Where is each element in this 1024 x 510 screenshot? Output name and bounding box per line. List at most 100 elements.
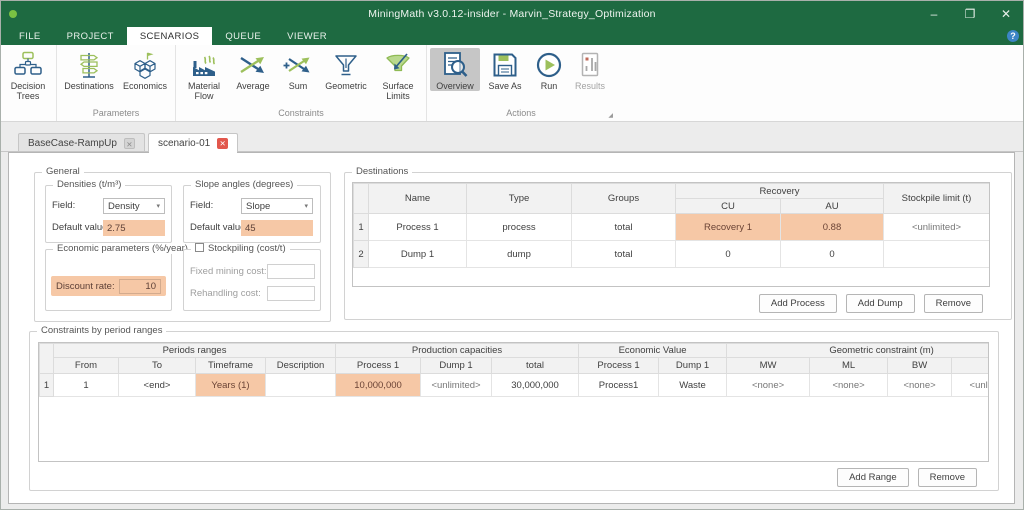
rehandling-cost-input[interactable] — [267, 286, 315, 301]
row-number[interactable]: 2 — [354, 241, 369, 268]
tab-basecase-rampup[interactable]: BaseCase-RampUp ✕ — [18, 133, 145, 152]
cell-type[interactable]: dump — [467, 241, 572, 268]
add-range-button[interactable]: Add Range — [837, 468, 909, 487]
run-button[interactable]: Run — [530, 48, 568, 91]
densities-field-label: Field: — [52, 200, 75, 211]
stockpiling-groupbox: Stockpiling (cost/t) Fixed mining cost: … — [183, 249, 321, 311]
slope-field-dropdown[interactable]: Slope ▾ — [241, 198, 313, 214]
cell-groups[interactable]: total — [572, 214, 676, 241]
cell-recovery-cu[interactable]: 0 — [676, 241, 781, 268]
geometric-button[interactable]: Geometric — [319, 48, 373, 91]
cell-prod-total[interactable]: 30,000,000 — [492, 374, 579, 397]
save-as-button[interactable]: Save As — [480, 48, 530, 91]
material-flow-button[interactable]: Material Flow — [179, 48, 229, 102]
cell-to[interactable]: <end> — [119, 374, 196, 397]
results-button[interactable]: Results — [568, 48, 612, 91]
col-au: AU — [781, 199, 884, 214]
economics-icon — [129, 50, 161, 80]
discount-rate-field[interactable]: Discount rate: 10 — [51, 276, 166, 296]
menu-scenarios[interactable]: SCENARIOS — [127, 27, 213, 45]
overview-button[interactable]: Overview — [430, 48, 480, 91]
menu-project[interactable]: PROJECT — [54, 27, 127, 45]
chevron-down-icon: ▾ — [304, 202, 308, 210]
densities-default-input[interactable]: 2.75 — [103, 220, 165, 236]
geometric-icon — [330, 50, 362, 80]
cell-recovery-au[interactable]: 0.88 — [781, 214, 884, 241]
tab-close-icon[interactable]: ✕ — [124, 138, 135, 149]
scenario-panel: General Densities (t/m³) Field: Density … — [8, 152, 1015, 504]
row-number[interactable]: 1 — [354, 214, 369, 241]
cell-extra[interactable]: <unlimited> — [952, 374, 989, 397]
col-timeframe: Timeframe — [196, 358, 266, 374]
constraints-table: Periods ranges Production capacities Eco… — [39, 343, 989, 397]
minimize-icon[interactable]: – — [916, 0, 952, 27]
average-button[interactable]: Average — [229, 48, 277, 91]
remove-range-button[interactable]: Remove — [918, 468, 977, 487]
cell-recovery-au[interactable]: 0 — [781, 241, 884, 268]
group-launcher-icon[interactable]: ◢ — [608, 112, 613, 119]
cell-description[interactable] — [266, 374, 336, 397]
group-production-capacities: Production capacities — [336, 344, 579, 358]
economics-button[interactable]: Economics — [118, 48, 172, 91]
fixed-mining-cost-label: Fixed mining cost: — [190, 266, 267, 277]
decision-trees-icon — [12, 50, 44, 80]
ribbon-group-label: Parameters — [60, 106, 172, 121]
cell-from[interactable]: 1 — [54, 374, 119, 397]
menu-viewer[interactable]: VIEWER — [274, 27, 340, 45]
col-mw: MW — [727, 358, 810, 374]
sum-button[interactable]: Sum — [277, 48, 319, 91]
slope-default-input[interactable]: 45 — [241, 220, 313, 236]
cell-stockpile[interactable] — [884, 241, 990, 268]
cell-ev-dump1[interactable]: Waste — [659, 374, 727, 397]
help-icon[interactable]: ? — [1007, 30, 1019, 42]
fixed-mining-cost-input[interactable] — [267, 264, 315, 279]
cell-prod-dump1[interactable]: <unlimited> — [421, 374, 492, 397]
row-number[interactable]: 1 — [40, 374, 54, 397]
constraints-table-wrap: Periods ranges Production capacities Eco… — [38, 342, 989, 462]
cell-groups[interactable]: total — [572, 241, 676, 268]
cell-ml[interactable]: <none> — [810, 374, 888, 397]
cell-name[interactable]: Dump 1 — [369, 241, 467, 268]
destinations-icon — [73, 50, 105, 80]
cell-mw[interactable]: <none> — [727, 374, 810, 397]
cell-timeframe[interactable]: Years (1) — [196, 374, 266, 397]
cell-stockpile[interactable]: <unlimited> — [884, 214, 990, 241]
group-periods-ranges: Periods ranges — [54, 344, 336, 358]
menu-file[interactable]: FILE — [6, 27, 54, 45]
cell-name[interactable]: Process 1 — [369, 214, 467, 241]
menu-queue[interactable]: QUEUE — [212, 27, 274, 45]
col-from: From — [54, 358, 119, 374]
restore-icon[interactable]: ❐ — [952, 0, 988, 27]
close-icon[interactable]: ✕ — [988, 0, 1024, 27]
stockpiling-checkbox[interactable] — [195, 243, 204, 252]
slope-field-value: Slope — [246, 201, 270, 212]
tab-scenario-01[interactable]: scenario-01 ✕ — [148, 133, 238, 152]
destinations-button[interactable]: Destinations — [60, 48, 118, 91]
surface-limits-label: Surface Limits — [373, 81, 423, 102]
col-ev-dump1: Dump 1 — [659, 358, 727, 374]
add-dump-button[interactable]: Add Dump — [846, 294, 915, 313]
titlebar: MiningMath v3.0.12-insider - Marvin_Stra… — [0, 0, 1024, 27]
add-process-button[interactable]: Add Process — [759, 294, 837, 313]
discount-rate-input[interactable]: 10 — [119, 279, 161, 294]
cell-recovery-cu[interactable]: Recovery 1 — [676, 214, 781, 241]
slope-groupbox: Slope angles (degrees) Field: Slope ▾ De… — [183, 185, 321, 243]
cell-ev-process1[interactable]: Process1 — [579, 374, 659, 397]
destinations-section-label: Destinations — [352, 166, 412, 177]
cell-prod-process1[interactable]: 10,000,000 — [336, 374, 421, 397]
remove-destination-button[interactable]: Remove — [924, 294, 983, 313]
material-flow-label: Material Flow — [179, 81, 229, 102]
cell-type[interactable]: process — [467, 214, 572, 241]
general-groupbox: General Densities (t/m³) Field: Density … — [34, 172, 331, 322]
surface-limits-button[interactable]: Surface Limits — [373, 48, 423, 102]
results-icon — [574, 50, 606, 80]
densities-groupbox: Densities (t/m³) Field: Density ▾ Defaul… — [45, 185, 172, 243]
discount-rate-label: Discount rate: — [56, 281, 115, 292]
densities-default-label: Default value: — [52, 222, 110, 233]
col-description: Description — [266, 358, 336, 374]
destinations-groupbox: Destinations Name Type Groups Recovery S… — [344, 172, 1012, 320]
tab-close-icon[interactable]: ✕ — [217, 138, 228, 149]
densities-field-dropdown[interactable]: Density ▾ — [103, 198, 165, 214]
decision-trees-button[interactable]: Decision Trees — [3, 48, 53, 102]
cell-bw[interactable]: <none> — [888, 374, 952, 397]
